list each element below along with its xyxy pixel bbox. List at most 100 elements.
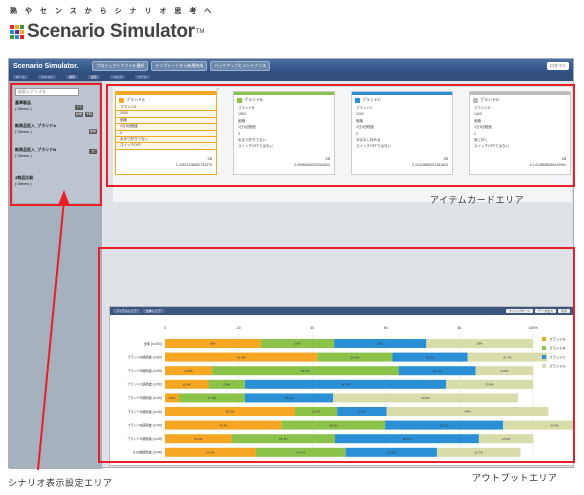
data-label: 9.9%: [223, 383, 230, 387]
scenario-item[interactable]: 新商品投入_ブランドB( 0items ): [15, 147, 56, 159]
card-number: 25: [325, 156, 330, 161]
data-label: 35.3%: [226, 410, 235, 414]
data-label: 50.7%: [301, 369, 310, 373]
card-checkbox[interactable]: [119, 97, 124, 103]
template-new-button[interactable]: テンプレートから新規作成: [151, 61, 208, 71]
card-close-icon[interactable]: ×: [216, 87, 219, 93]
data-label: 18.1%: [194, 437, 203, 441]
card-field: スイッチOFFではない: [356, 144, 391, 149]
export-button[interactable]: データ出力: [534, 309, 556, 313]
item-card[interactable]: ブランドB ブランドB 1800 価格 1日1回程度 3 あまり好きでない スイッチOFFでは…: [233, 91, 335, 175]
data-label: 15.6%: [500, 369, 509, 373]
card-title: ブランドD: [480, 97, 499, 102]
scenario-name: 新商品投入_ブランドB: [15, 147, 57, 152]
tab-item-share[interactable]: アイテムシェア: [113, 309, 140, 313]
data-label: 31.7%: [219, 423, 228, 427]
card-header: ブランドB: [234, 95, 334, 105]
card-field: スイッチOFFではない: [238, 144, 273, 149]
category-label: ブランドB使用者 (n=50): [127, 368, 162, 373]
project-file-button[interactable]: プロジェクトファイル選択: [92, 61, 149, 71]
scenario-item[interactable]: 新商品投入_ブランドA( 0items ): [15, 123, 56, 135]
data-label: 54.7%: [341, 383, 350, 387]
new-button[interactable]: 新規: [75, 112, 83, 117]
category-label: ブランドC使用者 (n=40): [127, 436, 162, 441]
app-window: Scenario Simulator. プロジェクトファイル選択 テンプレートか…: [8, 58, 574, 469]
logo-text: Scenario Simulator: [27, 21, 195, 42]
item-card-area: ブランドA ブランドA 2000 価格 1日1回程度 3 あまり好きでない スイッチOFF 25…: [113, 87, 572, 202]
scenario-name: 基準製品: [15, 100, 31, 105]
data-label: 24.4%: [297, 451, 306, 455]
card-title: ブランドA: [126, 97, 145, 102]
login-button[interactable]: ログイン: [547, 62, 569, 70]
scenario-name: 3商品比較: [15, 175, 34, 180]
x-tick-label: 80: [457, 326, 461, 330]
card-checkbox[interactable]: [355, 97, 360, 103]
card-title: ブランドC: [362, 97, 381, 102]
legend-label: ブランドA: [549, 337, 566, 342]
budget-button[interactable]: 予算: [85, 112, 93, 117]
item-card[interactable]: ブランドA ブランドA 2000 価格 1日1回程度 3 あまり好きでない スイッチOFF 25…: [115, 87, 219, 175]
data-label: 23.6%: [485, 383, 494, 387]
card-header: ブランドA: [116, 95, 216, 105]
data-label: 18.2%: [426, 355, 435, 359]
data-label: 29%: [477, 342, 483, 346]
data-label: 44%: [464, 410, 470, 414]
view-button[interactable]: 表示: [557, 309, 570, 313]
legend-swatch: [542, 337, 546, 341]
scenario-item[interactable]: 3商品比較( 0items ): [15, 175, 33, 187]
card-header: ブランドD: [470, 95, 570, 105]
item-card[interactable]: ブランドC ブランドC 1000 価格 1日1回程度 3 冷淡なし好める スイッチOFFではな…: [351, 91, 453, 175]
bar-segment: [503, 420, 573, 430]
tool-save[interactable]: 保存: [65, 75, 78, 79]
legend-swatch: [542, 364, 546, 368]
category-label: ブランドD使用者 (n=40): [127, 395, 162, 400]
legend-swatch: [542, 355, 546, 359]
data-label: 24.7%: [206, 451, 215, 455]
backup-button[interactable]: バックアップとメンテナンス: [210, 61, 271, 71]
x-tick-label: 40: [310, 326, 314, 330]
tool-home[interactable]: ホーム: [13, 75, 28, 79]
logo-square: [15, 25, 19, 29]
logo-square: [10, 35, 14, 39]
data-label: 13.4%: [358, 410, 367, 414]
logo-square: [20, 25, 24, 29]
card-checkbox[interactable]: [473, 97, 478, 103]
card-field: スイッチOFFではない: [474, 144, 509, 149]
tool-settings[interactable]: 設定: [87, 75, 100, 79]
card-result: 0.32418885931481603: [411, 163, 448, 167]
data-label: 20%: [294, 342, 300, 346]
category-label: ブランドA使用者 (n=60): [127, 354, 162, 359]
data-label: 11.8%: [183, 383, 192, 387]
scenario-sub: ( 0items ): [15, 106, 32, 111]
tool-file[interactable]: ファイル: [37, 75, 56, 79]
tab-total-share[interactable]: 全体シェア: [142, 309, 164, 313]
logo-square: [20, 30, 24, 34]
card-checkbox[interactable]: [237, 97, 242, 103]
title-bar: Scenario Simulator. プロジェクトファイル選択 テンプレートか…: [9, 59, 573, 73]
card-title: ブランドB: [244, 97, 263, 102]
data-label: 26%: [210, 342, 216, 346]
app-title: Scenario Simulator.: [13, 62, 79, 70]
card-select[interactable]: スイッチOFF: [116, 143, 216, 150]
item-card[interactable]: ブランドD ブランドD 1400 価格 1日1回程度 2 常に好く スイッチOFFではない 25…: [469, 91, 571, 175]
data-label: 20.9%: [433, 369, 442, 373]
logo: Scenario Simulator TM: [10, 21, 214, 43]
copy-button[interactable]: コピー: [89, 149, 97, 158]
card-number: 25: [443, 156, 448, 161]
card-result: -0.14108858536043984: [528, 163, 566, 167]
brand-button[interactable]: ブランド: [75, 105, 83, 114]
card-header: ブランドC: [352, 95, 452, 105]
data-label: 3.8%: [169, 396, 176, 400]
logo-square: [15, 35, 19, 39]
clipboard-button[interactable]: クリップボード: [505, 309, 533, 313]
scenario-sub: ( 0items ): [15, 129, 32, 134]
scenario-item[interactable]: 基準製品( 0items ): [15, 100, 32, 112]
data-label: 32.1%: [440, 423, 449, 427]
tool-help[interactable]: ヘルプ: [109, 75, 125, 79]
scenario-search-input[interactable]: 検索シナリオ名: [15, 88, 79, 96]
delete-button[interactable]: 削除: [89, 129, 97, 134]
scenario-area-label: シナリオ表示設定エリア: [8, 478, 113, 488]
data-label: 27.9%: [550, 423, 559, 427]
logo-square: [10, 25, 14, 29]
tool-tools[interactable]: ツール: [134, 75, 150, 79]
